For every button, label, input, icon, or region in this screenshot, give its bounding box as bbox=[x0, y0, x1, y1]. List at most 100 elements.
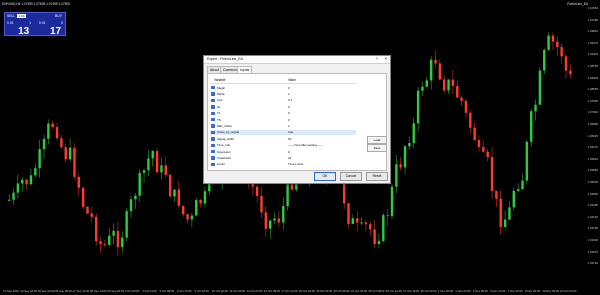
candle-body bbox=[190, 215, 194, 220]
input-value[interactable]: 0.1 bbox=[288, 98, 292, 102]
buy-price-sup: 0 bbox=[61, 21, 63, 25]
symbol-info-label: EURUSD,H4 1.07499 1.07509 1.07499 1.0750… bbox=[2, 2, 71, 6]
candle-body bbox=[360, 222, 363, 224]
candle-body bbox=[503, 219, 507, 228]
time-tick-label: 18 Oct 16:00 bbox=[298, 289, 315, 293]
input-row[interactable]: TS 0 bbox=[210, 117, 356, 123]
candle-body bbox=[25, 179, 28, 185]
input-row[interactable]: Mode 1 bbox=[210, 91, 356, 97]
candle-body bbox=[569, 70, 572, 75]
input-value[interactable]: 23 bbox=[288, 156, 291, 160]
input-value[interactable]: 1 bbox=[288, 124, 290, 128]
column-value[interactable]: Value bbox=[288, 78, 296, 82]
input-row[interactable]: Time_Info ------Time filter setting------ bbox=[210, 143, 356, 149]
candle-body bbox=[469, 112, 472, 128]
input-value[interactable]: ------Time filter setting------ bbox=[288, 143, 323, 147]
input-value[interactable]: 0 bbox=[288, 111, 290, 115]
input-value[interactable]: 1 bbox=[288, 92, 290, 96]
candle-body bbox=[8, 199, 11, 201]
time-tick-label: 25 Oct 08:00 bbox=[368, 289, 385, 293]
sell-price-big: 13 bbox=[18, 26, 30, 37]
input-value[interactable]: Time Limits bbox=[288, 162, 303, 166]
load-button[interactable]: Load bbox=[367, 136, 387, 144]
time-axis[interactable]: 21 Sep 2023 22 Sep 04:00 25 Sep 04:00 26 Se… bbox=[0, 287, 578, 295]
time-tick-label: 23 Oct 00:00 bbox=[333, 289, 350, 293]
sell-button[interactable]: 0.01 131 bbox=[7, 21, 33, 37]
input-value[interactable]: 0 bbox=[288, 118, 290, 122]
time-tick-label: 5 Oct 08:00 bbox=[159, 289, 175, 293]
price-tick-label: 1.08760 bbox=[587, 64, 598, 68]
candle-body bbox=[347, 203, 350, 224]
reset-button[interactable]: Reset bbox=[366, 172, 388, 181]
parameter-icon bbox=[211, 124, 215, 128]
sell-label[interactable]: SELL bbox=[7, 14, 15, 18]
input-variable: SL bbox=[217, 104, 221, 109]
input-value[interactable]: 0 bbox=[288, 150, 290, 154]
candle-body bbox=[382, 215, 385, 242]
price-tick-label: 1.02720 bbox=[587, 261, 598, 266]
input-row[interactable]: Close_by_signal true bbox=[210, 129, 356, 136]
input-variable: Signal_width bbox=[217, 136, 235, 141]
candle-body bbox=[277, 218, 281, 223]
time-tick-label: 26 Sep 08:00 bbox=[55, 289, 72, 293]
candle-body bbox=[186, 214, 189, 220]
input-value[interactable]: true bbox=[288, 130, 293, 134]
buy-button[interactable]: 0.01 170 bbox=[37, 21, 63, 37]
buy-label[interactable]: BUY bbox=[55, 14, 62, 18]
candle-body bbox=[556, 41, 559, 47]
candle-body bbox=[129, 199, 133, 212]
price-tick-label: 1.06625 bbox=[587, 133, 598, 138]
price-tick-label: 1.10185 bbox=[587, 17, 598, 22]
close-icon[interactable]: × bbox=[384, 56, 387, 61]
input-variable: Time_Info bbox=[217, 143, 231, 148]
candle-body bbox=[564, 56, 568, 71]
ok-button[interactable]: OK bbox=[314, 172, 336, 181]
input-row[interactable]: SL 0 bbox=[210, 104, 356, 110]
time-tick-label: 13 Nov 04:00 bbox=[559, 289, 577, 293]
candle-body bbox=[525, 141, 529, 181]
time-tick-label: 7 Nov 16:00 bbox=[507, 289, 523, 293]
lot-size-input[interactable]: 1.00 bbox=[17, 14, 26, 18]
input-row[interactable]: TL 0 bbox=[210, 111, 356, 117]
price-tick-label: 1.07695 bbox=[587, 98, 598, 103]
candle-body bbox=[486, 151, 489, 158]
price-tick-label: 1.05205 bbox=[587, 180, 598, 184]
candle-body bbox=[438, 63, 442, 80]
price-tick-label: 1.05560 bbox=[587, 168, 598, 173]
dialog-title-bar[interactable]: Expert - FiveInLine_EA ? × bbox=[204, 56, 390, 64]
input-row[interactable]: Lots 0.1 bbox=[210, 98, 356, 104]
candle-body bbox=[508, 207, 511, 220]
candle-body bbox=[403, 146, 407, 168]
candle-body bbox=[373, 229, 376, 245]
candle-body bbox=[434, 59, 437, 64]
price-axis[interactable]: 1.10540 1.10185 1.09825 1.09470 1.09115 1.087… bbox=[578, 0, 600, 295]
input-row[interactable]: Limits Time Limits bbox=[210, 162, 356, 168]
time-tick-label: 13 Oct 04:00 bbox=[246, 289, 263, 293]
input-row[interactable]: Magic 0 bbox=[210, 85, 356, 91]
cancel-button[interactable]: Cancel bbox=[340, 172, 362, 181]
candle-body bbox=[103, 244, 107, 246]
candle-body bbox=[377, 241, 381, 245]
input-value[interactable]: 0 bbox=[288, 86, 290, 90]
input-row[interactable]: Max_Order 1 bbox=[210, 123, 356, 129]
input-row[interactable]: Signal_width 10 bbox=[210, 136, 356, 142]
input-value[interactable]: 10 bbox=[288, 137, 291, 141]
candle-body bbox=[260, 195, 263, 213]
candle-body bbox=[95, 216, 98, 242]
column-variable[interactable]: Variable bbox=[214, 78, 225, 82]
input-row[interactable]: CloseHour 23 bbox=[210, 155, 356, 161]
candle-body bbox=[534, 104, 537, 112]
candle-body bbox=[90, 213, 94, 217]
input-variable: CloseHour bbox=[217, 155, 232, 160]
parameter-icon bbox=[211, 98, 215, 103]
price-tick-label: 1.04850 bbox=[587, 191, 598, 196]
candle-body bbox=[73, 147, 76, 177]
candle-body bbox=[121, 237, 124, 248]
save-button[interactable]: Save bbox=[367, 144, 387, 152]
help-button[interactable]: ? bbox=[376, 57, 378, 61]
input-value[interactable]: 0 bbox=[288, 105, 290, 109]
input-row[interactable]: OpenHour 0 bbox=[210, 149, 356, 155]
candle-body bbox=[364, 222, 368, 225]
candle-body bbox=[173, 189, 176, 197]
candle-body bbox=[99, 241, 102, 245]
